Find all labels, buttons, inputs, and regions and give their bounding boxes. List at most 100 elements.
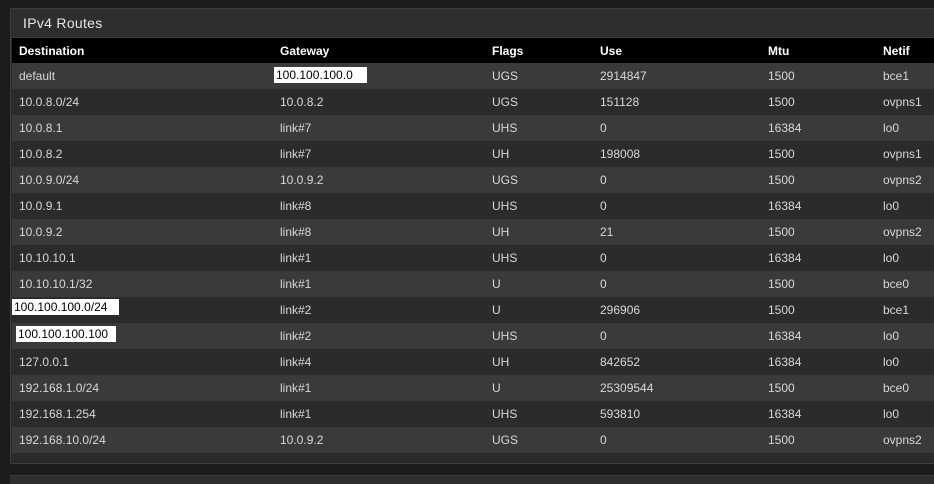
cell-flags: U (492, 277, 501, 291)
table-row: 192.168.10.0/24 10.0.9.2 UGS 0 1500 ovpn… (12, 427, 934, 453)
table-row: 100.100.100.100 link#2 UHS 0 16384 lo0 (12, 323, 934, 349)
cell-gateway: link#8 (280, 199, 312, 213)
cell-mtu: 1500 (768, 147, 795, 161)
cell-mtu: 16384 (768, 199, 802, 213)
cell-use: 296906 (600, 303, 641, 317)
cell-mtu: 16384 (768, 251, 802, 265)
cell-netif: lo0 (883, 329, 900, 343)
cell-mtu: 1500 (768, 69, 795, 83)
column-header-use[interactable]: Use (593, 38, 761, 63)
cell-netif: bce0 (883, 277, 910, 291)
cell-use: 25309544 (600, 381, 654, 395)
table-row: 10.0.9.0/24 10.0.9.2 UGS 0 1500 ovpns2 (12, 167, 934, 193)
cell-use: 21 (600, 225, 614, 239)
column-header-netif[interactable]: Netif (876, 38, 934, 63)
cell-netif: lo0 (883, 355, 900, 369)
cell-flags: UGS (492, 433, 519, 447)
cell-gateway: link#1 (280, 381, 312, 395)
cell-use: 842652 (600, 355, 641, 369)
cell-destination: 10.0.9.2 (19, 225, 63, 239)
cell-mtu: 1500 (768, 433, 795, 447)
table-row: 10.10.10.1/32 link#1 U 0 1500 bce0 (12, 271, 934, 297)
cell-destination: 10.0.8.1 (19, 121, 63, 135)
routes-table: Destination Gateway Flags Use Mtu Netif … (12, 38, 934, 453)
redacted-destination: 100.100.100.100 (16, 326, 117, 342)
cell-mtu: 16384 (768, 407, 802, 421)
cell-netif: lo0 (883, 121, 900, 135)
table-header: Destination Gateway Flags Use Mtu Netif (12, 38, 934, 63)
cell-use: 0 (600, 199, 607, 213)
table-row: 10.0.9.2 link#8 UH 21 1500 ovpns2 (12, 219, 934, 245)
cell-flags: UH (492, 147, 510, 161)
column-header-gateway[interactable]: Gateway (273, 38, 485, 63)
cell-destination: 10.0.8.2 (19, 147, 63, 161)
cell-flags: UH (492, 225, 510, 239)
cell-use: 0 (600, 277, 607, 291)
cell-mtu: 1500 (768, 225, 795, 239)
cell-use: 0 (600, 121, 607, 135)
cell-flags: UHS (492, 199, 518, 213)
cell-gateway: link#1 (280, 251, 312, 265)
cell-use: 2914847 (600, 69, 647, 83)
table-row: 10.10.10.1 link#1 UHS 0 16384 lo0 (12, 245, 934, 271)
cell-use: 198008 (600, 147, 641, 161)
cell-netif: ovpns2 (883, 225, 922, 239)
cell-destination: 10.0.9.1 (19, 199, 63, 213)
cell-mtu: 1500 (768, 277, 795, 291)
cell-mtu: 16384 (768, 355, 802, 369)
cell-netif: lo0 (883, 199, 900, 213)
cell-use: 0 (600, 329, 607, 343)
table-row: 100.100.100.0/24 link#2 U 296906 1500 bc… (12, 297, 934, 323)
column-header-destination[interactable]: Destination (12, 38, 273, 63)
table-row: 192.168.1.254 link#1 UHS 593810 16384 lo… (12, 401, 934, 427)
cell-gateway: link#2 (280, 303, 312, 317)
table-row: 10.0.9.1 link#8 UHS 0 16384 lo0 (12, 193, 934, 219)
cell-destination: 100.100.100.100 (12, 323, 273, 349)
cell-gateway: link#8 (280, 225, 312, 239)
cell-flags: UHS (492, 251, 518, 265)
table-row: 10.0.8.2 link#7 UH 198008 1500 ovpns1 (12, 141, 934, 167)
cell-gateway: 100.100.100.0 (273, 63, 485, 89)
cell-mtu: 1500 (768, 381, 795, 395)
cell-flags: UH (492, 355, 510, 369)
cell-destination: 10.10.10.1/32 (19, 277, 93, 291)
cell-gateway: 10.0.9.2 (280, 433, 324, 447)
table-row: 192.168.1.0/24 link#1 U 25309544 1500 bc… (12, 375, 934, 401)
cell-flags: UGS (492, 69, 519, 83)
cell-mtu: 16384 (768, 329, 802, 343)
cell-flags: UHS (492, 407, 518, 421)
cell-gateway: link#4 (280, 355, 312, 369)
cell-flags: U (492, 381, 501, 395)
cell-destination: 10.0.8.0/24 (19, 95, 80, 109)
redacted-gateway: 100.100.100.0 (274, 67, 367, 83)
cell-flags: UGS (492, 95, 519, 109)
cell-netif: bce1 (883, 303, 910, 317)
cell-gateway: 10.0.8.2 (280, 95, 324, 109)
table-row: 10.0.8.1 link#7 UHS 0 16384 lo0 (12, 115, 934, 141)
cell-mtu: 16384 (768, 121, 802, 135)
table-body: default 100.100.100.0 UGS 2914847 1500 b… (12, 63, 934, 453)
cell-mtu: 1500 (768, 95, 795, 109)
cell-gateway: link#2 (280, 329, 312, 343)
cell-destination: 10.10.10.1 (19, 251, 76, 265)
cell-flags: UHS (492, 329, 518, 343)
cell-use: 151128 (600, 95, 640, 109)
ipv4-routes-panel: IPv4 Routes Destination Gateway Flags Us… (10, 8, 934, 464)
cell-destination: 192.168.1.0/24 (19, 381, 100, 395)
cell-flags: U (492, 303, 501, 317)
cell-netif: ovpns2 (883, 433, 922, 447)
cell-flags: UHS (492, 121, 518, 135)
cell-destination: 127.0.0.1 (19, 355, 70, 369)
cell-gateway: 10.0.9.2 (280, 173, 324, 187)
cell-netif: bce0 (883, 381, 910, 395)
table-row: 10.0.8.0/24 10.0.8.2 UGS 151128 1500 ovp… (12, 89, 934, 115)
panel-title: IPv4 Routes (11, 9, 934, 38)
column-header-flags[interactable]: Flags (485, 38, 593, 63)
cell-netif: lo0 (883, 251, 900, 265)
column-header-mtu[interactable]: Mtu (761, 38, 876, 63)
cell-use: 593810 (600, 407, 641, 421)
cell-netif: ovpns2 (883, 173, 922, 187)
cell-gateway: link#7 (280, 147, 312, 161)
cell-destination: 100.100.100.0/24 (12, 297, 273, 323)
cell-netif: bce1 (883, 69, 910, 83)
